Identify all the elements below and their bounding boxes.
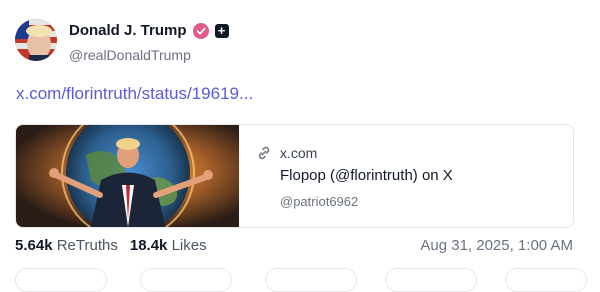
- author-avatar[interactable]: [15, 19, 57, 61]
- like-button[interactable]: [265, 268, 357, 292]
- author-display-name[interactable]: Donald J. Trump: [69, 22, 187, 39]
- link-preview-body: x.com Flopop (@florintruth) on X @patrio…: [256, 125, 573, 227]
- link-preview-title: Flopop (@florintruth) on X: [280, 167, 453, 184]
- link-preview-domain: x.com: [280, 145, 318, 161]
- author-handle[interactable]: @realDonaldTrump: [69, 47, 191, 63]
- post-stats: 5.64k ReTruths 18.4k Likes: [15, 237, 207, 254]
- post-link[interactable]: x.com/florintruth/status/19619...: [16, 84, 253, 104]
- plus-badge-icon: +: [214, 23, 229, 38]
- avatar-image: [15, 19, 57, 61]
- verified-badge-icon: [192, 22, 209, 39]
- link-icon: [258, 146, 270, 160]
- reply-button[interactable]: [15, 268, 107, 292]
- link-preview-domain-row: x.com: [256, 145, 317, 161]
- link-preview-thumbnail: [16, 125, 239, 227]
- post-timestamp[interactable]: Aug 31, 2025, 1:00 AM: [420, 237, 573, 254]
- author-name-row: Donald J. Trump +: [69, 22, 229, 39]
- link-preview-author: @patriot6962: [280, 194, 359, 209]
- retruths-stat[interactable]: 5.64k ReTruths: [15, 237, 118, 254]
- retruths-count: 5.64k: [15, 237, 53, 254]
- more-options-button[interactable]: [505, 268, 587, 292]
- retruths-label: ReTruths: [56, 237, 118, 254]
- likes-stat[interactable]: 18.4k Likes: [130, 237, 207, 254]
- share-button[interactable]: [385, 268, 477, 292]
- likes-count: 18.4k: [129, 237, 168, 254]
- likes-label: Likes: [171, 237, 207, 254]
- link-preview-card[interactable]: x.com Flopop (@florintruth) on X @patrio…: [15, 124, 574, 228]
- retruth-button[interactable]: [140, 268, 232, 292]
- action-bar: [15, 268, 587, 292]
